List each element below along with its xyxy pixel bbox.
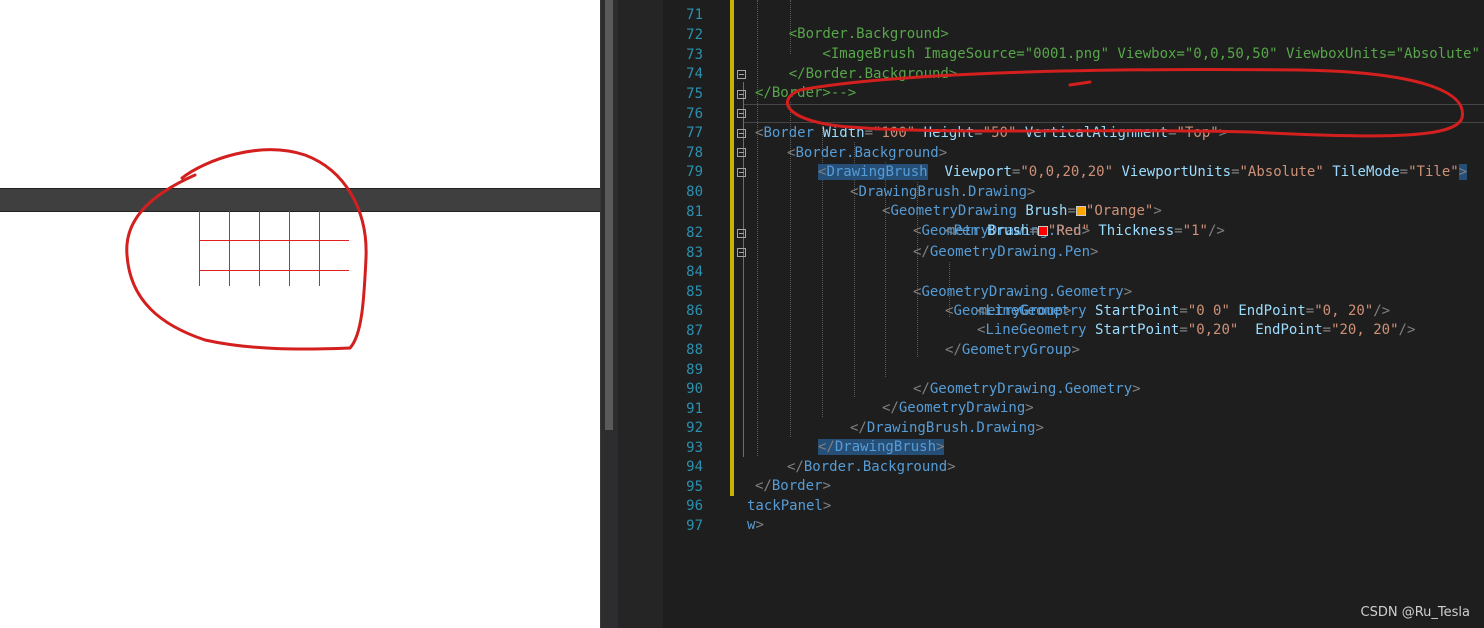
code-line[interactable]: 76 <Border.Background>: [663, 85, 1484, 161]
collapse-toggle-icon[interactable]: [737, 129, 746, 138]
code-line[interactable]: 89 </GeometryDrawing.Geometry>: [663, 341, 1484, 398]
code-line[interactable]: 79 <GeometryDrawing Brush= "Orange">: [663, 143, 1484, 219]
code-line[interactable]: 84 <GeometryGroup>: [663, 243, 1484, 319]
code-line[interactable]: 92 </DrawingBrush>: [663, 399, 1484, 456]
code-line-current[interactable]: 77 <DrawingBrush Viewport="0,0,20,20" Vi…: [663, 104, 1484, 180]
code-line[interactable]: 86 <LineGeometry StartPoint="0,20" EndPo…: [663, 282, 1484, 339]
code-line[interactable]: 75 <Border Width="100" Height="50" Verti…: [663, 65, 1484, 141]
xaml-code-editor[interactable]: 71 <Border.Background> 72 <ImageBrush Im…: [663, 0, 1484, 628]
tiled-border-preview[interactable]: [199, 211, 349, 286]
code-line[interactable]: 90 </GeometryDrawing>: [663, 360, 1484, 417]
code-line[interactable]: 94 </Border>: [663, 438, 1484, 495]
code-line[interactable]: 80 <GeometryDrawing.Pen>: [663, 163, 1484, 239]
collapse-toggle-icon[interactable]: [737, 90, 746, 99]
code-line[interactable]: 91 </DrawingBrush.Drawing>: [663, 380, 1484, 437]
code-line[interactable]: 93 </Border.Background>: [663, 419, 1484, 476]
line-code: w>: [747, 517, 764, 534]
code-line[interactable]: 95 tackPanel>: [663, 458, 1484, 515]
collapse-toggle-icon[interactable]: [737, 229, 746, 238]
stackpanel-selection-bar: [0, 188, 600, 212]
code-line[interactable]: 73 </Border.Background>: [663, 26, 1484, 83]
code-line[interactable]: 85 <LineGeometry StartPoint="0 0" EndPoi…: [663, 263, 1484, 320]
code-line[interactable]: 87 </GeometryGroup>: [663, 302, 1484, 359]
editor-margin: [618, 0, 663, 628]
code-line[interactable]: 72 <ImageBrush ImageSource="0001.png" Vi…: [663, 6, 1484, 63]
collapse-toggle-icon[interactable]: [737, 148, 746, 157]
vertical-scrollbar-thumb[interactable]: [605, 0, 613, 430]
code-line[interactable]: 81 <Pen Brush= "Red" Thickness="1"/>: [663, 183, 1484, 240]
code-line[interactable]: 83 <GeometryDrawing.Geometry>: [663, 224, 1484, 300]
watermark: CSDN @Ru_Tesla: [1360, 605, 1470, 620]
code-line[interactable]: 88: [663, 321, 1484, 358]
collapse-toggle-icon[interactable]: [737, 168, 746, 177]
collapse-toggle-icon[interactable]: [737, 248, 746, 257]
line-number: 97: [686, 517, 703, 534]
code-line[interactable]: 71 <Border.Background>: [663, 0, 1484, 43]
code-line[interactable]: 78 <DrawingBrush.Drawing>: [663, 124, 1484, 200]
code-line[interactable]: 74 </Border>-->: [663, 45, 1484, 102]
collapse-toggle-icon[interactable]: [737, 109, 746, 118]
design-surface[interactable]: [0, 0, 600, 628]
collapse-toggle-icon[interactable]: [737, 70, 746, 79]
code-line[interactable]: 96 w>: [663, 477, 1484, 534]
code-line[interactable]: 97: [663, 497, 1484, 534]
code-line[interactable]: 82 </GeometryDrawing.Pen>: [663, 204, 1484, 261]
